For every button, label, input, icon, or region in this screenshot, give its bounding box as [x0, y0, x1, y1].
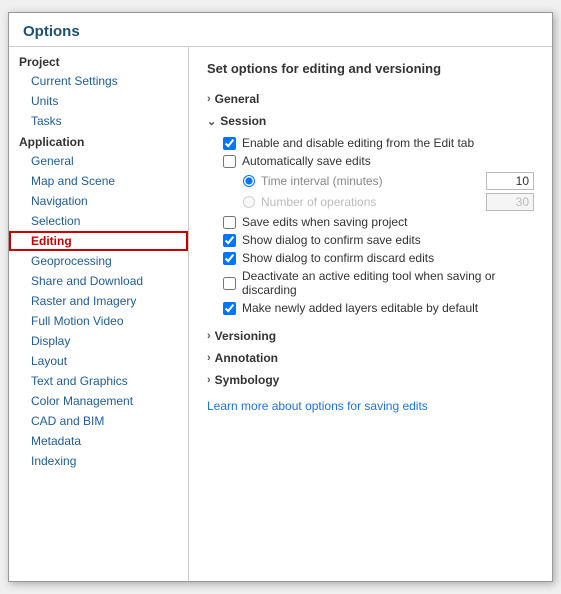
sidebar-item-general[interactable]: General [9, 151, 188, 171]
cb-confirm-save-checkbox[interactable] [223, 234, 236, 247]
checkbox-row-cb-deactivate: Deactivate an active editing tool when s… [223, 269, 534, 297]
cb-confirm-discard-label: Show dialog to confirm discard edits [242, 251, 434, 265]
rb-time-label: Time interval (minutes) [261, 174, 383, 188]
section-header-annotation[interactable]: › Annotation [207, 347, 534, 369]
rb-ops-label: Number of operations [261, 195, 376, 209]
checkbox-row-cb-save-proj: Save edits when saving project [223, 215, 534, 229]
section-header-versioning[interactable]: › Versioning [207, 325, 534, 347]
sidebar-item-indexing[interactable]: Indexing [9, 451, 188, 471]
section-header-symbology[interactable]: › Symbology [207, 369, 534, 391]
sidebar-item-units[interactable]: Units [9, 91, 188, 111]
section-label-versioning: Versioning [215, 329, 276, 343]
checkbox-row-cb-autosave: Automatically save edits [223, 154, 534, 168]
sidebar-item-cad-and-bim[interactable]: CAD and BIM [9, 411, 188, 431]
section-label-general: General [215, 92, 260, 106]
cb-editable-checkbox[interactable] [223, 302, 236, 315]
main-panel: Set options for editing and versioning ›… [189, 47, 552, 581]
sidebar: ProjectCurrent SettingsUnitsTasksApplica… [9, 47, 189, 581]
sidebar-item-layout[interactable]: Layout [9, 351, 188, 371]
sidebar-item-color-management[interactable]: Color Management [9, 391, 188, 411]
rb-time-value-input[interactable] [486, 172, 534, 190]
checkbox-row-cb-confirm-save: Show dialog to confirm save edits [223, 233, 534, 247]
sidebar-group-label-application: Application [9, 131, 188, 151]
options-window: Options ProjectCurrent SettingsUnitsTask… [8, 12, 553, 582]
section-label-symbology: Symbology [215, 373, 280, 387]
rb-ops-radio[interactable] [243, 196, 255, 208]
checkbox-row-cb-confirm-discard: Show dialog to confirm discard edits [223, 251, 534, 265]
cb-autosave-checkbox[interactable] [223, 155, 236, 168]
cb-deactivate-checkbox[interactable] [223, 277, 236, 290]
sidebar-item-map-and-scene[interactable]: Map and Scene [9, 171, 188, 191]
chevron-general-icon: › [207, 93, 211, 105]
rb-ops-value-input [486, 193, 534, 211]
sidebar-item-editing[interactable]: Editing [9, 231, 188, 251]
radio-row-rb-ops: Number of operations [243, 193, 534, 211]
sidebar-item-navigation[interactable]: Navigation [9, 191, 188, 211]
main-panel-title: Set options for editing and versioning [207, 61, 534, 76]
chevron-versioning-icon: › [207, 330, 211, 342]
checkbox-row-cb-editable: Make newly added layers editable by defa… [223, 301, 534, 315]
sidebar-item-selection[interactable]: Selection [9, 211, 188, 231]
cb-enable-label: Enable and disable editing from the Edit… [242, 136, 474, 150]
sidebar-item-full-motion-video[interactable]: Full Motion Video [9, 311, 188, 331]
sidebar-group-label-project: Project [9, 51, 188, 71]
sidebar-item-current-settings[interactable]: Current Settings [9, 71, 188, 91]
content-area: ProjectCurrent SettingsUnitsTasksApplica… [9, 46, 552, 581]
learn-more-link[interactable]: Learn more about options for saving edit… [207, 399, 428, 413]
cb-enable-checkbox[interactable] [223, 137, 236, 150]
session-content: Enable and disable editing from the Edit… [207, 136, 534, 325]
cb-editable-label: Make newly added layers editable by defa… [242, 301, 478, 315]
radio-row-rb-time: Time interval (minutes) [243, 172, 534, 190]
checkbox-row-cb-enable: Enable and disable editing from the Edit… [223, 136, 534, 150]
cb-save-proj-checkbox[interactable] [223, 216, 236, 229]
cb-autosave-label: Automatically save edits [242, 154, 371, 168]
sidebar-item-share-and-download[interactable]: Share and Download [9, 271, 188, 291]
cb-confirm-discard-checkbox[interactable] [223, 252, 236, 265]
sidebar-item-geoprocessing[interactable]: Geoprocessing [9, 251, 188, 271]
sidebar-item-raster-and-imagery[interactable]: Raster and Imagery [9, 291, 188, 311]
chevron-session-icon: ⌄ [207, 115, 216, 128]
chevron-symbology-icon: › [207, 374, 211, 386]
sidebar-item-display[interactable]: Display [9, 331, 188, 351]
cb-confirm-save-label: Show dialog to confirm save edits [242, 233, 421, 247]
section-header-general[interactable]: › General [207, 88, 534, 110]
sidebar-item-tasks[interactable]: Tasks [9, 111, 188, 131]
cb-deactivate-label: Deactivate an active editing tool when s… [242, 269, 534, 297]
section-header-session[interactable]: ⌄ Session [207, 110, 534, 132]
sidebar-item-text-and-graphics[interactable]: Text and Graphics [9, 371, 188, 391]
window-title: Options [9, 13, 552, 46]
rb-time-radio[interactable] [243, 175, 255, 187]
cb-save-proj-label: Save edits when saving project [242, 215, 407, 229]
sidebar-item-metadata[interactable]: Metadata [9, 431, 188, 451]
section-label-session: Session [220, 114, 266, 128]
section-label-annotation: Annotation [215, 351, 278, 365]
chevron-annotation-icon: › [207, 352, 211, 364]
